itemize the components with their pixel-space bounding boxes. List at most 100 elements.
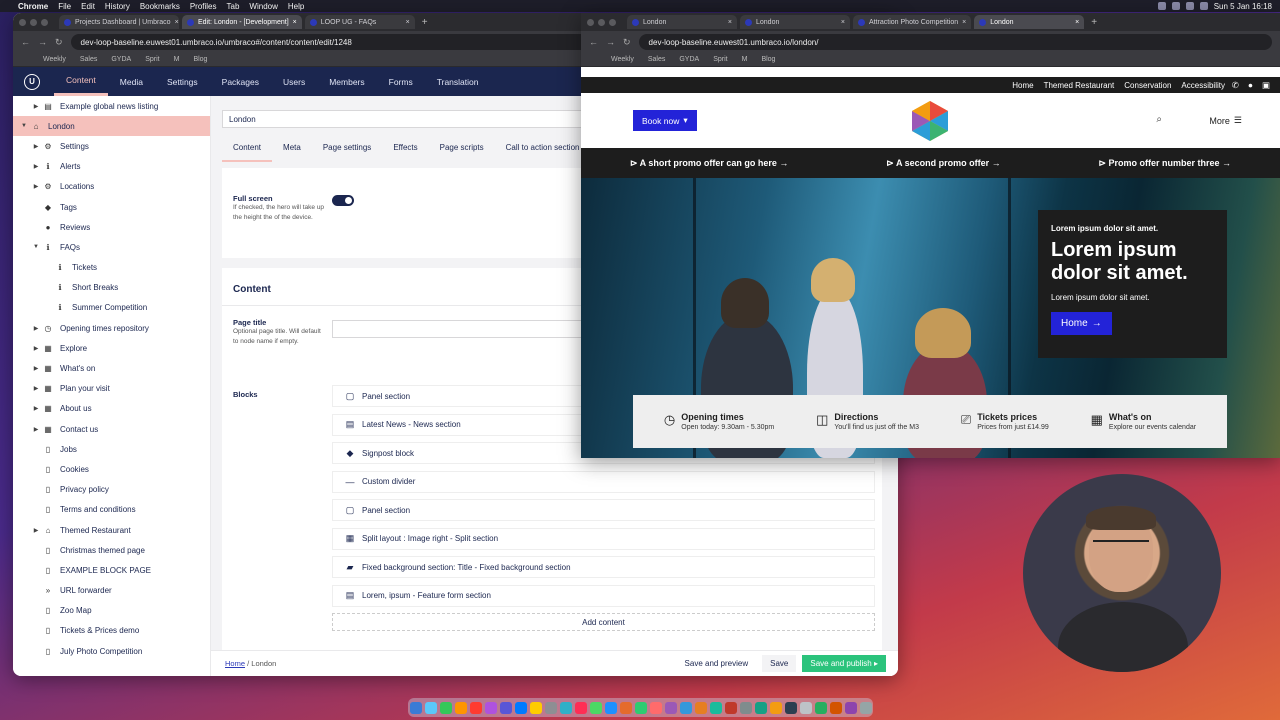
bookmark-item[interactable]: GYDA [111, 56, 131, 63]
browser-tab[interactable]: Attraction Photo Competition × [853, 15, 972, 29]
tree-item[interactable]: ▼ ℹ FAQs [13, 237, 210, 257]
dock-app-icon[interactable] [784, 701, 797, 714]
menubar-item-profiles[interactable]: Profiles [190, 2, 217, 11]
block-item[interactable]: ▤ Lorem, ipsum - Feature form section [332, 584, 875, 607]
menubar-item-tab[interactable]: Tab [227, 2, 240, 11]
section-tab-content[interactable]: Content [54, 67, 108, 96]
section-tab-settings[interactable]: Settings [155, 67, 210, 96]
dock-app-icon[interactable] [754, 701, 767, 714]
dock-app-icon[interactable] [709, 701, 722, 714]
tree-item[interactable]: ℹ Tickets [13, 258, 210, 278]
dock-app-icon[interactable] [649, 701, 662, 714]
browser-tab[interactable]: Edit: London - [Development] × [182, 15, 302, 29]
browser-tab[interactable]: Projects Dashboard | Umbraco × [59, 15, 179, 29]
tree-item[interactable]: ▶ ⚙ Settings [13, 136, 210, 156]
tree-item[interactable]: » URL forwarder [13, 581, 210, 601]
bookmark-item[interactable]: Sales [648, 56, 666, 63]
fullscreen-toggle[interactable] [332, 195, 354, 206]
promo-link[interactable]: ⊳ A second promo offer → [886, 158, 1000, 169]
site-logo[interactable] [908, 99, 952, 143]
expand-caret-icon[interactable]: ▶ [31, 103, 41, 110]
tree-item[interactable]: ▯ Jobs [13, 439, 210, 459]
dock-app-icon[interactable] [454, 701, 467, 714]
tree-item[interactable]: ▯ Christmas themed page [13, 540, 210, 560]
url-input[interactable]: dev-loop-baseline.euwest01.umbraco.io/lo… [638, 34, 1272, 50]
save-button[interactable]: Save [762, 655, 797, 672]
expand-caret-icon[interactable]: ▶ [31, 426, 41, 433]
tree-item[interactable]: ▯ Tickets & Prices demo [13, 621, 210, 641]
dock-app-icon[interactable] [574, 701, 587, 714]
dock-app-icon[interactable] [679, 701, 692, 714]
wifi-icon[interactable] [1199, 2, 1208, 10]
browser-tab[interactable]: LOOP UG - FAQs × [304, 15, 415, 29]
tree-item[interactable]: ▶ ▤ Example global news listing [13, 96, 210, 116]
dock-app-icon[interactable] [559, 701, 572, 714]
top-nav-link[interactable]: Conservation [1124, 81, 1171, 90]
expand-caret-icon[interactable]: ▶ [31, 385, 41, 392]
save-and-preview-button[interactable]: Save and preview [677, 655, 757, 672]
dock-app-icon[interactable] [739, 701, 752, 714]
menubar-item-file[interactable]: File [58, 2, 71, 11]
expand-caret-icon[interactable]: ▼ [31, 244, 41, 250]
expand-caret-icon[interactable]: ▶ [31, 527, 41, 534]
dock-app-icon[interactable] [439, 701, 452, 714]
clock[interactable]: Sun 5 Jan 16:18 [1214, 2, 1272, 11]
dock-app-icon[interactable] [799, 701, 812, 714]
close-icon[interactable]: × [962, 19, 966, 26]
menubar-item-help[interactable]: Help [288, 2, 304, 11]
editor-tab[interactable]: Meta [272, 136, 312, 162]
editor-tab[interactable]: Content [222, 136, 273, 162]
forward-icon[interactable]: → [38, 37, 47, 47]
book-now-button[interactable]: Book now ▾ [633, 110, 697, 131]
menubar-item-bookmarks[interactable]: Bookmarks [140, 2, 180, 11]
bookmark-item[interactable]: Weekly [43, 56, 66, 63]
tree-item[interactable]: ▯ Terms and conditions [13, 500, 210, 520]
dock-app-icon[interactable] [469, 701, 482, 714]
top-nav-link[interactable]: Accessibility [1181, 81, 1225, 90]
tree-item[interactable]: ▶ ⚙ Locations [13, 177, 210, 197]
reload-icon[interactable]: ↻ [623, 37, 631, 48]
info-item[interactable]: ◷ Opening times Open today: 9.30am - 5.30p… [664, 412, 774, 431]
editor-tab[interactable]: Page scripts [429, 136, 495, 162]
close-icon[interactable]: × [293, 19, 297, 26]
bookmark-item[interactable]: Sprit [145, 56, 159, 63]
tree-item[interactable]: ▯ July Photo Competition [13, 641, 210, 661]
tree-item[interactable]: ▶ ◷ Opening times repository [13, 318, 210, 338]
section-tab-media[interactable]: Media [108, 67, 155, 96]
tree-item[interactable]: ● Reviews [13, 217, 210, 237]
promo-link[interactable]: ⊳ A short promo offer can go here → [630, 158, 788, 169]
menubar-item-edit[interactable]: Edit [81, 2, 95, 11]
dock-app-icon[interactable] [484, 701, 497, 714]
tree-item[interactable]: ▯ EXAMPLE BLOCK PAGE [13, 560, 210, 580]
bookmark-item[interactable]: M [174, 56, 180, 63]
dock-app-icon[interactable] [634, 701, 647, 714]
bookmark-item[interactable]: Blog [761, 56, 775, 63]
bookmark-item[interactable]: Sales [80, 56, 98, 63]
promo-link[interactable]: ⊳ Promo offer number three → [1099, 158, 1232, 169]
editor-tab[interactable]: Call to action section [495, 136, 591, 162]
dock-app-icon[interactable] [829, 701, 842, 714]
close-icon[interactable]: × [728, 19, 732, 26]
block-item[interactable]: ▦ Split layout : Image right - Split sect… [332, 527, 875, 550]
browser-tab[interactable]: London × [627, 15, 737, 29]
browser-tab[interactable]: London × [974, 15, 1085, 29]
dock-app-icon[interactable] [424, 701, 437, 714]
browser-tab[interactable]: London × [740, 15, 850, 29]
search-icon[interactable]: ⌕ [1156, 114, 1162, 125]
hero-home-button[interactable]: Home → [1051, 312, 1112, 335]
new-tab-icon[interactable]: + [1087, 17, 1101, 28]
tree-item[interactable]: ▯ Zoo Map [13, 601, 210, 621]
bookmark-item[interactable]: Weekly [611, 56, 634, 63]
dock-app-icon[interactable] [589, 701, 602, 714]
tray-icon[interactable] [1171, 2, 1180, 10]
block-item[interactable]: ▰ Fixed background section: Title - Fixed… [332, 556, 875, 578]
close-icon[interactable]: × [175, 19, 179, 26]
close-icon[interactable]: × [841, 19, 845, 26]
dock-app-icon[interactable] [529, 701, 542, 714]
tree-item[interactable]: ℹ Summer Competition [13, 298, 210, 318]
expand-caret-icon[interactable]: ▼ [19, 123, 29, 129]
editor-tab[interactable]: Effects [382, 136, 428, 162]
expand-caret-icon[interactable]: ▶ [31, 365, 41, 372]
tree-item[interactable]: ▶ ▦ What's on [13, 358, 210, 378]
back-icon[interactable]: ← [21, 37, 30, 47]
